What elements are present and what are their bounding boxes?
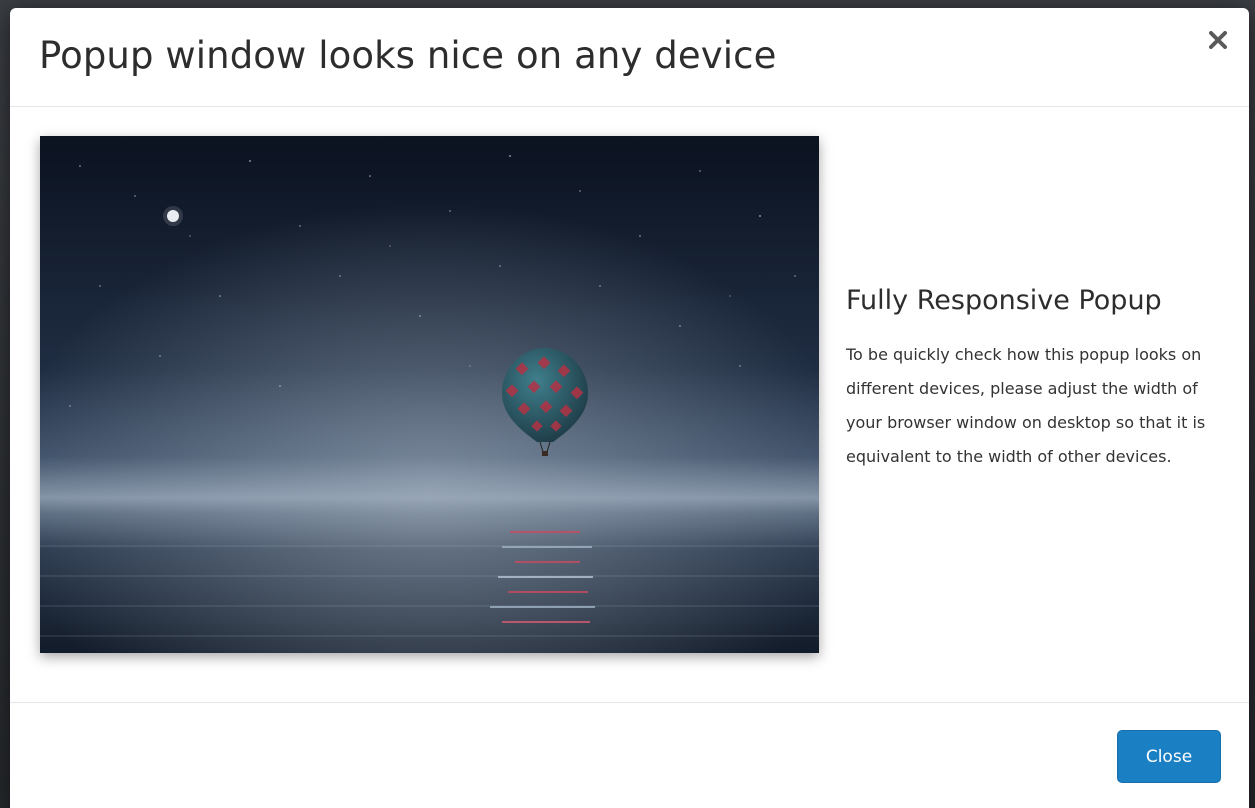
- balloon-photo: [40, 136, 819, 653]
- side-content: Fully Responsive Popup To be quickly che…: [846, 285, 1226, 474]
- close-icon[interactable]: [1204, 26, 1232, 54]
- side-description: To be quickly check how this popup looks…: [846, 345, 1206, 466]
- close-button[interactable]: Close: [1117, 730, 1221, 783]
- modal-body: Fully Responsive Popup To be quickly che…: [10, 107, 1249, 703]
- side-title: Fully Responsive Popup: [846, 285, 1162, 316]
- modal-footer: Close: [10, 702, 1249, 808]
- popup-modal: Popup window looks nice on any device Fu…: [10, 8, 1249, 808]
- modal-header: Popup window looks nice on any device: [10, 8, 1249, 107]
- modal-title: Popup window looks nice on any device: [39, 34, 777, 77]
